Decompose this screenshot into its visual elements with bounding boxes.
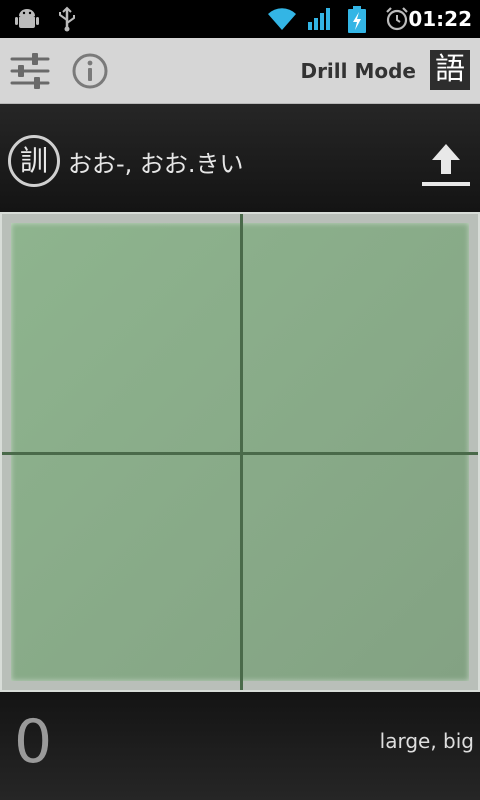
kanji-meaning: large, big bbox=[379, 729, 474, 753]
settings-button[interactable] bbox=[6, 47, 54, 95]
horizontal-guide-line bbox=[2, 452, 478, 455]
info-icon bbox=[66, 53, 114, 99]
kun-reading-icon[interactable]: 訓 bbox=[8, 135, 60, 187]
wifi-icon bbox=[266, 6, 298, 36]
battery-charging-icon bbox=[346, 6, 368, 38]
drill-mode-label: Drill Mode bbox=[300, 59, 416, 83]
upload-icon bbox=[420, 144, 472, 196]
status-time: 01:22 bbox=[408, 7, 472, 31]
status-bar: 01:22 bbox=[0, 0, 480, 38]
stroke-count: 0 bbox=[14, 707, 53, 777]
sliders-icon bbox=[6, 53, 54, 99]
info-button[interactable] bbox=[66, 47, 114, 95]
alarm-icon bbox=[384, 6, 410, 36]
upload-button[interactable] bbox=[420, 140, 472, 192]
action-bar: Drill Mode 語 bbox=[0, 38, 480, 104]
footer: 0 large, big bbox=[0, 692, 480, 800]
usb-icon bbox=[56, 6, 78, 36]
drawing-canvas-frame bbox=[0, 212, 480, 692]
reading-text: おお-, おお.きい bbox=[68, 150, 244, 178]
reading-header: 訓 おお-, おお.きい bbox=[0, 104, 480, 212]
kanji-mode-button[interactable]: 語 bbox=[430, 50, 470, 90]
signal-icon bbox=[306, 6, 334, 36]
android-debug-icon bbox=[14, 6, 40, 36]
